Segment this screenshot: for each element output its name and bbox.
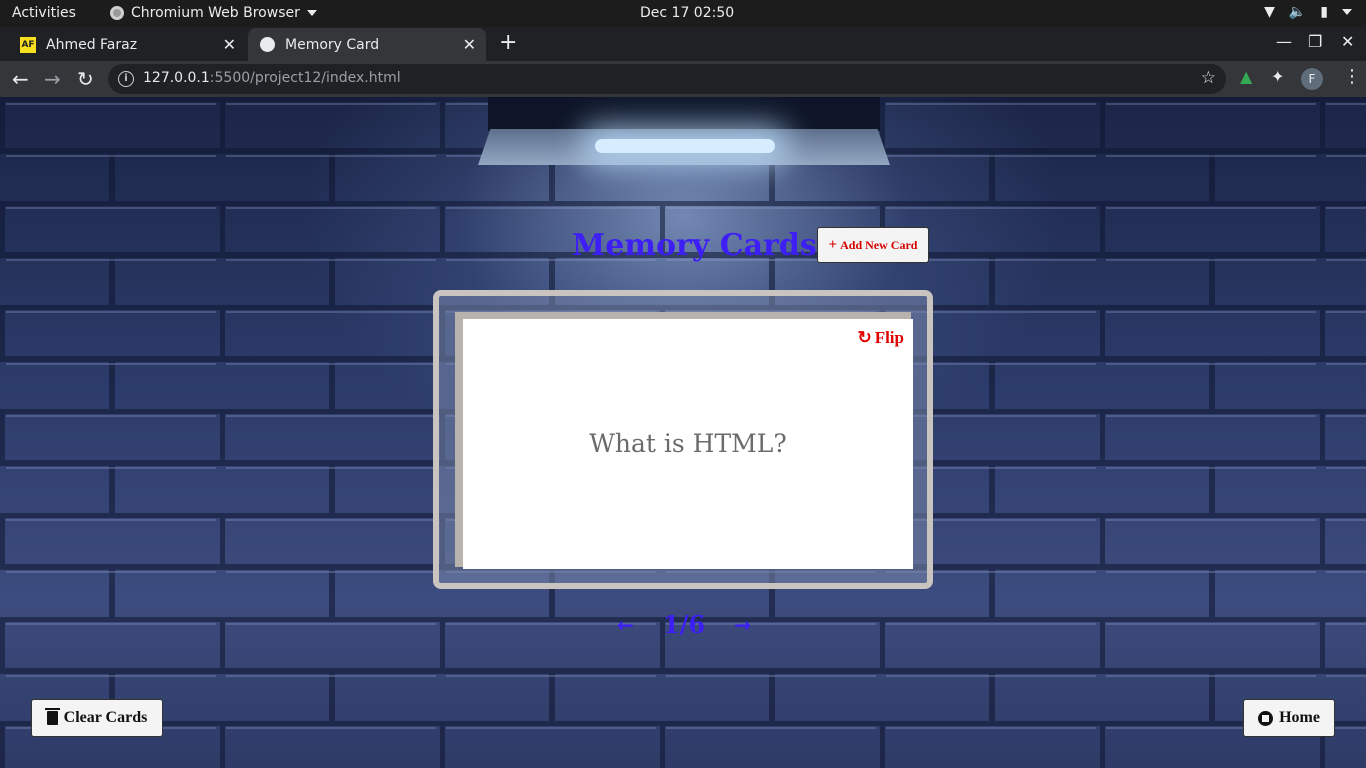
menu-kebab-icon[interactable]: ⋮ bbox=[1343, 66, 1361, 87]
globe-icon bbox=[260, 37, 275, 52]
card-counter: 1/6 bbox=[662, 610, 706, 639]
volume-icon: 🔈 bbox=[1288, 4, 1307, 20]
drive-extension-icon[interactable]: ▲ bbox=[1240, 67, 1252, 86]
previous-card-arrow-icon[interactable]: ← bbox=[617, 613, 634, 637]
back-icon[interactable]: ← bbox=[12, 67, 29, 91]
bookmark-star-icon[interactable]: ☆ bbox=[1201, 68, 1216, 88]
tab-label: Ahmed Faraz bbox=[46, 36, 138, 53]
forward-icon[interactable]: → bbox=[44, 67, 61, 91]
url-text: 127.0.0.1:5500/project12/index.html bbox=[143, 70, 401, 86]
next-card-arrow-icon[interactable]: → bbox=[734, 613, 751, 637]
address-bar[interactable]: i 127.0.0.1:5500/project12/index.html ☆ bbox=[108, 64, 1226, 94]
url-host: 127.0.0.1 bbox=[143, 70, 210, 86]
card-navigation: ← 1/6 → bbox=[617, 610, 751, 639]
close-icon[interactable]: ✕ bbox=[463, 35, 476, 54]
reload-icon[interactable]: ↻ bbox=[77, 67, 94, 91]
flip-button[interactable]: ↻ Flip bbox=[857, 328, 904, 348]
system-tray[interactable]: ▼ 🔈 ▮ bbox=[1264, 4, 1352, 20]
trash-icon bbox=[44, 708, 60, 725]
stop-circle-icon bbox=[1258, 710, 1274, 726]
card-question: What is HTML? bbox=[589, 429, 787, 458]
chromium-icon bbox=[110, 6, 124, 20]
home-button[interactable]: Home bbox=[1243, 699, 1335, 737]
sync-icon: ↻ bbox=[857, 328, 872, 347]
browser-toolbar: ← → ↻ i 127.0.0.1:5500/project12/index.h… bbox=[0, 61, 1366, 97]
flip-label: Flip bbox=[874, 328, 904, 347]
new-tab-button[interactable]: + bbox=[499, 30, 517, 55]
clear-cards-label: Clear Cards bbox=[63, 709, 148, 726]
extensions-puzzle-icon[interactable]: ✦ bbox=[1271, 67, 1284, 86]
close-icon[interactable]: ✕ bbox=[223, 35, 236, 54]
clear-cards-button[interactable]: Clear Cards bbox=[31, 699, 163, 737]
chevron-down-icon bbox=[306, 10, 317, 16]
url-path: :5500/project12/index.html bbox=[209, 70, 401, 86]
info-icon[interactable]: i bbox=[118, 71, 134, 87]
page-title: Memory Cards bbox=[572, 228, 817, 263]
restore-icon[interactable]: ❐ bbox=[1308, 32, 1322, 51]
add-new-card-button[interactable]: + Add New Card bbox=[817, 227, 929, 263]
tab-strip: AF Ahmed Faraz ✕ Memory Card ✕ + — ❐ ✕ bbox=[0, 27, 1366, 61]
page-viewport: Memory Cards + Add New Card ↻ Flip What … bbox=[0, 97, 1366, 768]
activities-button[interactable]: Activities bbox=[12, 5, 76, 21]
lamp-housing bbox=[488, 97, 880, 131]
card-container: ↻ Flip What is HTML? bbox=[433, 290, 933, 589]
plus-icon: + bbox=[828, 236, 838, 253]
tab-memory-card[interactable]: Memory Card ✕ bbox=[248, 28, 486, 61]
tab-ahmed-faraz[interactable]: AF Ahmed Faraz ✕ bbox=[8, 28, 246, 61]
profile-avatar[interactable]: F bbox=[1301, 68, 1323, 90]
minimize-icon[interactable]: — bbox=[1276, 32, 1292, 51]
app-menu[interactable]: Chromium Web Browser bbox=[110, 5, 317, 21]
tab-favicon: AF bbox=[20, 36, 36, 53]
home-label: Home bbox=[1279, 709, 1320, 726]
chevron-down-icon bbox=[1342, 9, 1352, 15]
clock[interactable]: Dec 17 02:50 bbox=[640, 5, 734, 21]
window-close-icon[interactable]: ✕ bbox=[1341, 32, 1354, 51]
tab-label: Memory Card bbox=[285, 36, 380, 53]
system-top-bar: Activities Chromium Web Browser Dec 17 0… bbox=[0, 0, 1366, 27]
app-menu-label: Chromium Web Browser bbox=[131, 5, 300, 21]
add-new-card-label: Add New Card bbox=[840, 237, 918, 252]
card-backing: ↻ Flip What is HTML? bbox=[455, 312, 913, 569]
memory-card[interactable]: ↻ Flip What is HTML? bbox=[463, 319, 913, 569]
wifi-icon: ▼ bbox=[1264, 4, 1275, 20]
lamp-light bbox=[595, 139, 775, 153]
battery-icon: ▮ bbox=[1320, 4, 1328, 20]
